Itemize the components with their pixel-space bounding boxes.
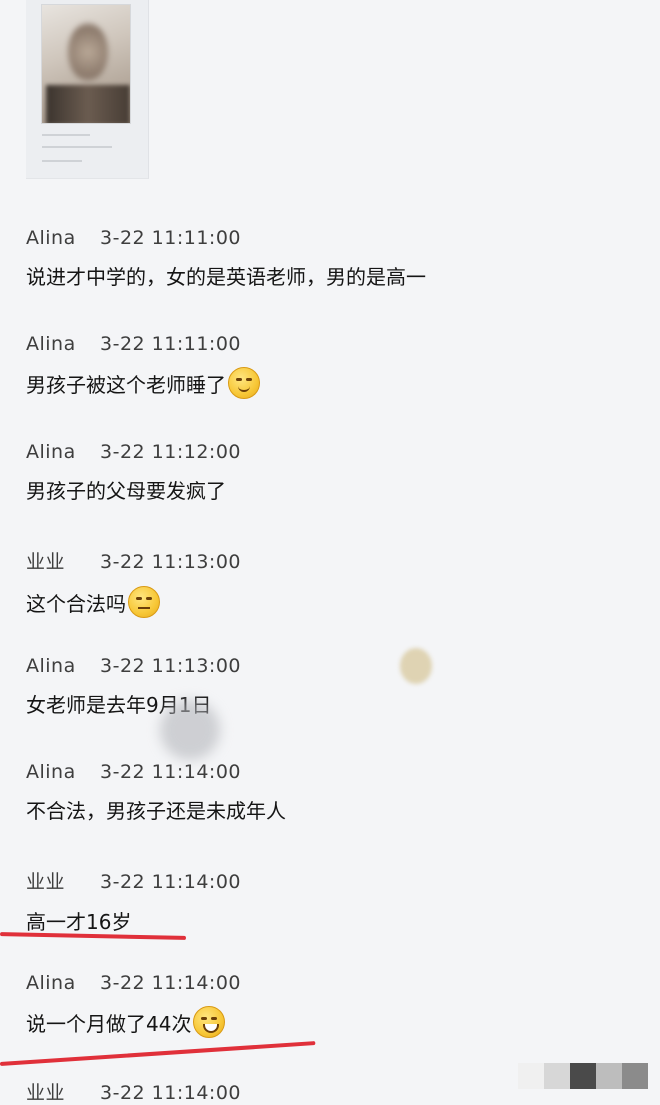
red-underline-mark (0, 1041, 316, 1066)
chat-message: 业业 3-22 11:14:00 (26, 1078, 241, 1105)
photo-caption-line (42, 160, 82, 162)
message-meta: Alina 3-22 11:11:00 (26, 333, 260, 355)
message-text: 男孩子被这个老师睡了 (26, 372, 226, 397)
message-sender: Alina (26, 655, 76, 677)
message-meta: Alina 3-22 11:13:00 (26, 655, 241, 677)
photo-blurred-face (68, 23, 108, 81)
message-timestamp: 3-22 11:11:00 (100, 227, 241, 249)
corner-artifact (518, 1063, 648, 1089)
photo-blurred-body (46, 85, 130, 123)
image-artifact (400, 648, 432, 684)
chat-message: Alina 3-22 11:12:00 男孩子的父母要发疯了 (26, 441, 241, 504)
message-timestamp: 3-22 11:11:00 (100, 333, 241, 355)
message-meta: 业业 3-22 11:14:00 (26, 867, 241, 894)
message-text: 高一才16岁 (26, 910, 132, 934)
message-timestamp: 3-22 11:12:00 (100, 441, 241, 463)
message-sender: Alina (26, 333, 76, 355)
chat-message: Alina 3-22 11:11:00 说进才中学的，女的是英语老师，男的是高一 (26, 227, 426, 290)
message-text: 男孩子的父母要发疯了 (26, 479, 226, 503)
grin-emoji-icon (193, 1006, 226, 1038)
shared-photo-card[interactable] (26, 0, 149, 179)
message-text: 说进才中学的，女的是英语老师，男的是高一 (26, 265, 426, 289)
chat-message: 业业 3-22 11:13:00 这个合法吗 (26, 547, 241, 618)
message-text: 不合法，男孩子还是未成年人 (26, 799, 286, 823)
laughing-crying-emoji-icon (228, 367, 260, 399)
chat-message: 业业 3-22 11:14:00 高一才16岁 (26, 867, 241, 935)
message-sender: Alina (26, 972, 76, 994)
message-timestamp: 3-22 11:14:00 (100, 871, 241, 893)
shared-photo-thumbnail[interactable] (41, 4, 131, 124)
message-sender: 业业 (26, 1082, 66, 1104)
message-sender: Alina (26, 441, 76, 463)
message-sender: Alina (26, 761, 76, 783)
chat-message: Alina 3-22 11:11:00 男孩子被这个老师睡了 (26, 333, 260, 399)
message-sender: 业业 (26, 551, 66, 573)
message-text-row: 说进才中学的，女的是英语老师，男的是高一 (26, 261, 426, 290)
message-meta: Alina 3-22 11:11:00 (26, 227, 426, 249)
message-timestamp: 3-22 11:14:00 (100, 1082, 241, 1104)
message-meta: Alina 3-22 11:12:00 (26, 441, 241, 463)
message-timestamp: 3-22 11:13:00 (100, 551, 241, 573)
chat-message: Alina 3-22 11:14:00 不合法，男孩子还是未成年人 (26, 761, 286, 824)
awkward-sweat-emoji-icon (128, 586, 160, 618)
chat-message: Alina 3-22 11:14:00 说一个月做了44次 (26, 972, 241, 1038)
message-timestamp: 3-22 11:13:00 (100, 655, 241, 677)
image-artifact (160, 700, 220, 760)
message-text: 说一个月做了44次 (26, 1011, 192, 1036)
message-timestamp: 3-22 11:14:00 (100, 761, 241, 783)
message-text-row: 高一才16岁 (26, 906, 241, 935)
message-text-row: 不合法，男孩子还是未成年人 (26, 795, 286, 824)
photo-caption-line (42, 146, 112, 148)
message-timestamp: 3-22 11:14:00 (100, 972, 241, 994)
message-sender: 业业 (26, 871, 66, 893)
message-meta: Alina 3-22 11:14:00 (26, 972, 241, 994)
message-text-row: 男孩子被这个老师睡了 (26, 367, 260, 399)
message-text: 这个合法吗 (26, 591, 126, 616)
message-sender: Alina (26, 227, 76, 249)
message-text-row: 男孩子的父母要发疯了 (26, 475, 241, 504)
message-text-row: 这个合法吗 (26, 586, 241, 618)
message-meta: 业业 3-22 11:13:00 (26, 547, 241, 574)
message-meta: Alina 3-22 11:14:00 (26, 761, 286, 783)
message-text-row: 说一个月做了44次 (26, 1006, 241, 1038)
message-meta: 业业 3-22 11:14:00 (26, 1078, 241, 1105)
photo-caption-line (42, 134, 90, 136)
